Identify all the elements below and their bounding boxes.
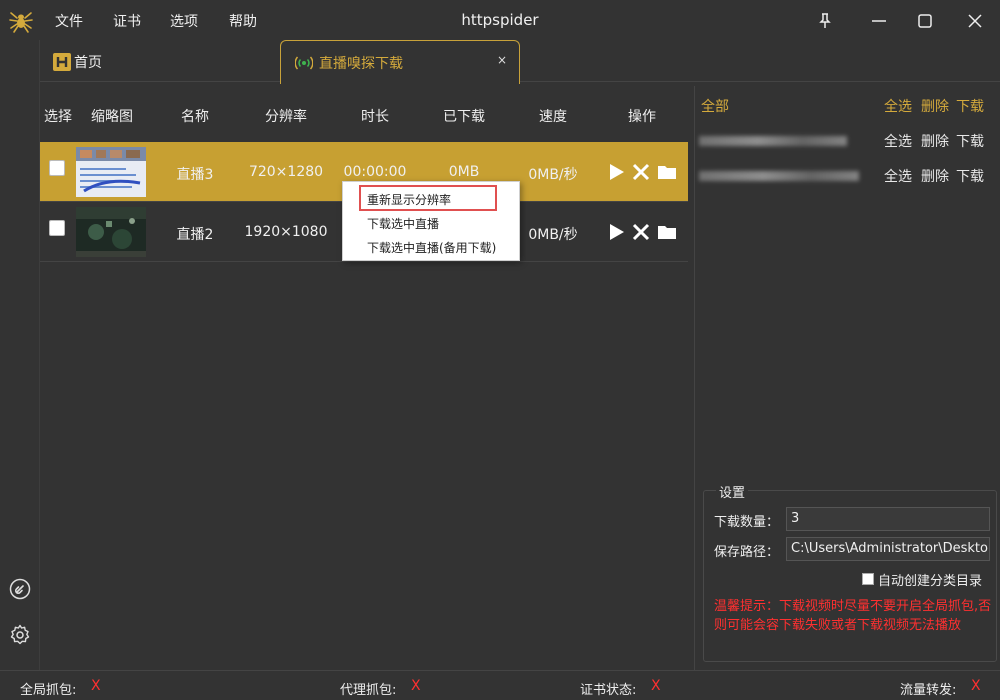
maximize-icon [918,14,932,28]
row-resolution: 720×1280 [248,164,324,180]
tab-live-label: 直播嗅探下载 [319,55,403,72]
maximize-button[interactable] [912,8,938,34]
status-traffic-forward-label: 流量转发: [900,683,957,698]
row-duration: 00:00:00 [343,164,407,180]
header-select: 选择 [44,109,72,125]
save-path-input[interactable]: C:\Users\Administrator\Desktop\h [786,537,990,561]
rp-select-all-button[interactable]: 全选 [884,96,912,116]
row-checkbox[interactable] [49,220,65,236]
row-resolution: 1920×1080 [244,224,328,240]
stream-thumbnail [76,147,146,197]
link-icon[interactable] [8,577,32,601]
context-menu: 重新显示分辨率 下载选中直播 下载选中直播(备用下载) [342,181,520,261]
settings-gear-icon[interactable] [8,623,32,647]
header-downloaded: 已下载 [443,109,485,125]
rp-delete-button[interactable]: 删除 [921,96,949,116]
live-stream-table: 选择 缩略图 名称 分辨率 时长 已下载 速度 操作 直播3 720×1280 … [40,86,688,670]
auto-create-dir-checkbox[interactable] [862,573,874,585]
play-icon[interactable] [606,222,626,242]
row-name: 直播3 [176,167,214,183]
close-button[interactable] [962,8,988,34]
row-speed: 0MB/秒 [528,227,578,243]
minimize-icon [872,20,886,22]
table-header: 选择 缩略图 名称 分辨率 时长 已下载 速度 操作 [40,86,688,142]
delete-x-icon[interactable] [631,222,651,242]
auto-create-dir-label: 自动创建分类目录 [878,574,983,589]
rp-all-label[interactable]: 全部 [701,96,729,116]
rp-select-all-button[interactable]: 全选 [884,131,912,151]
tab-home-label: 首页 [74,55,102,71]
ctx-refresh-resolution[interactable]: 重新显示分辨率 [367,191,451,208]
header-resolution: 分辨率 [265,109,307,125]
menu-file[interactable]: 文件 [55,11,83,31]
header-actions: 操作 [628,109,656,125]
delete-x-icon[interactable] [631,162,651,182]
warning-tip: 温馨提示：下载视频时尽量不要开启全局抓包,否则可能会容下载失败或者下载视频无法播… [714,599,992,633]
header-thumbnail: 缩略图 [91,109,133,125]
settings-title: 设置 [716,482,749,501]
status-proxy-capture-label: 代理抓包: [340,683,397,698]
rp-row-all: 全部 全选 删除 下载 [695,93,1000,117]
status-traffic-forward-value[interactable]: X [971,678,981,694]
folder-icon[interactable] [657,162,677,182]
download-count-label: 下载数量： [714,515,780,530]
rp-select-all-button[interactable]: 全选 [884,166,912,186]
stream-thumbnail [76,207,146,257]
row-downloaded: 0MB [448,164,480,180]
folder-icon[interactable] [657,222,677,242]
broadcast-icon [295,56,313,69]
tab-live-sniff[interactable]: 直播嗅探下载 × [280,40,520,84]
play-icon[interactable] [606,162,626,182]
header-speed: 速度 [539,109,567,125]
close-icon [968,14,982,28]
menu-options[interactable]: 选项 [170,11,198,31]
settings-group: 设置 下载数量： 3 保存路径： C:\Users\Administrator\… [703,482,997,662]
rp-row-site: 全选 删除 下载 [695,128,1000,152]
rp-delete-button[interactable]: 删除 [921,166,949,186]
tab-close-icon[interactable]: × [497,53,507,67]
title-bar: 文件 证书 选项 帮助 httpspider [0,0,1000,40]
tab-bar: 首页 直播嗅探下载 × [40,40,1000,84]
tab-home[interactable]: 首页 [52,50,102,74]
rp-row-site: 全选 删除 下载 [695,163,1000,187]
download-count-input[interactable]: 3 [786,507,990,531]
save-path-label: 保存路径： [714,545,780,560]
ctx-download-selected-backup[interactable]: 下载选中直播(备用下载) [367,239,496,256]
status-global-capture-label: 全局抓包: [20,683,77,698]
rp-download-button[interactable]: 下载 [956,96,984,116]
spider-logo-icon [9,12,33,33]
left-rail [0,40,40,670]
window-title: httpspider [461,11,539,29]
home-h-icon [53,53,71,71]
ctx-download-selected[interactable]: 下载选中直播 [367,215,439,232]
rp-blurred-name [699,171,859,181]
minimize-button[interactable] [866,8,892,34]
menu-certificate[interactable]: 证书 [113,11,141,31]
header-name: 名称 [181,109,209,125]
rp-blurred-name [699,136,847,146]
menu-help[interactable]: 帮助 [229,11,257,31]
rp-download-button[interactable]: 下载 [956,166,984,186]
pin-icon [819,13,831,28]
status-bar: 全局抓包: X 代理抓包: X 证书状态: X 流量转发: X [0,670,1000,700]
row-name: 直播2 [176,227,214,243]
rp-delete-button[interactable]: 删除 [921,131,949,151]
status-global-capture-value[interactable]: X [91,678,101,694]
status-cert-value[interactable]: X [651,678,661,694]
header-duration: 时长 [361,109,389,125]
status-cert-label: 证书状态: [580,683,637,698]
row-speed: 0MB/秒 [528,167,578,183]
rp-download-button[interactable]: 下载 [956,131,984,151]
pin-button[interactable] [812,8,838,34]
row-checkbox[interactable] [49,160,65,176]
status-proxy-capture-value[interactable]: X [411,678,421,694]
